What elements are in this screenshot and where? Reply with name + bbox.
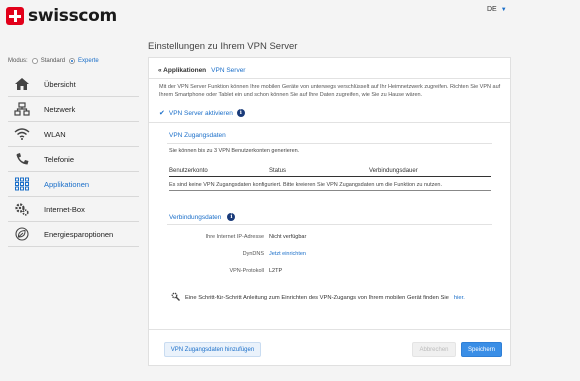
sidebar-item-applikationen[interactable]: Applikationen <box>8 172 139 197</box>
guide-link[interactable]: hier. <box>454 295 465 301</box>
vpn-protocol-label: VPN-Protokoll <box>229 268 264 274</box>
mode-expert-label: Experte <box>78 58 99 64</box>
vpn-description: Mit der VPN Server Funktion können Ihre … <box>159 84 501 98</box>
mode-standard-label: Standard <box>40 58 66 64</box>
cancel-button[interactable]: Abbrechen <box>412 342 456 357</box>
home-icon <box>12 76 32 92</box>
sidebar-item-telefonie[interactable]: Telefonie <box>8 147 139 172</box>
table-header-rule <box>169 176 491 177</box>
checkmark-icon: ✔ <box>159 110 165 117</box>
guide-text: Eine Schritt-für-Schritt Anleitung zum E… <box>185 294 449 301</box>
phone-icon <box>12 151 32 167</box>
add-vpn-credentials-button[interactable]: VPN Zugangsdaten hinzufügen <box>164 342 261 357</box>
vpn-enable-checkbox[interactable]: ✔ VPN Server aktivieren i <box>159 109 245 117</box>
mode-switch: Modus: Standard Experte <box>8 58 99 64</box>
wifi-icon <box>12 126 32 142</box>
sidebar-item-label: Netzwerk <box>44 104 76 114</box>
column-header-duration: Verbindungsdauer <box>369 168 418 174</box>
apps-icon <box>12 176 32 192</box>
divider <box>149 78 510 79</box>
leaf-icon <box>12 226 32 242</box>
sidebar-item-label: Internet-Box <box>44 204 85 214</box>
sidebar-item-label: Energiesparoptionen <box>44 229 114 239</box>
radio-icon <box>31 58 38 64</box>
tools-icon <box>171 292 180 303</box>
info-icon[interactable]: i <box>227 213 236 221</box>
vpn-protocol-value: L2TP <box>269 268 283 274</box>
sidebar-item-label: Übersicht <box>44 79 76 89</box>
divider <box>167 224 492 225</box>
gears-icon <box>12 201 32 217</box>
column-header-status: Status <box>269 168 287 174</box>
network-icon <box>12 101 32 117</box>
chevron-down-icon: ▼ <box>500 6 507 13</box>
sidebar-item-uebersicht[interactable]: Übersicht <box>8 72 139 97</box>
vpn-enable-label: VPN Server aktivieren <box>168 109 233 117</box>
credentials-title-label: VPN Zugangsdaten <box>169 132 226 139</box>
divider <box>149 329 510 330</box>
divider <box>167 143 492 144</box>
sidebar-item-label: WLAN <box>44 129 66 139</box>
sidebar: Übersicht Netzwerk WLAN Telefonie Applik… <box>8 72 139 247</box>
ip-address-value: Nicht verfügbar <box>269 234 307 240</box>
dyndns-label: DynDNS <box>242 251 264 257</box>
connection-title-label: Verbindungsdaten <box>169 213 222 221</box>
header: swisscom DE ▼ <box>0 0 580 40</box>
sidebar-item-internet-box[interactable]: Internet-Box <box>8 197 139 222</box>
swisscom-cross-icon <box>6 7 24 25</box>
dyndns-setup-link[interactable]: Jetzt einrichten <box>269 251 306 257</box>
save-button[interactable]: Speichern <box>461 342 502 357</box>
info-icon[interactable]: i <box>236 109 245 117</box>
credentials-info: Sie können bis zu 3 VPN Benutzerkonten g… <box>169 148 300 154</box>
guide-note: Eine Schritt-für-Schritt Anleitung zum E… <box>171 292 465 303</box>
radio-selected-icon <box>69 58 76 64</box>
table-bottom-rule <box>169 190 491 191</box>
language-selector[interactable]: DE ▼ <box>487 6 507 13</box>
sidebar-item-label: Applikationen <box>44 179 90 189</box>
sidebar-item-label: Telefonie <box>44 154 75 164</box>
credentials-empty-message: Es sind keine VPN Zugangsdaten konfiguri… <box>169 182 443 188</box>
vpn-settings-panel: « Applikationen VPN Server Mit der VPN S… <box>148 57 511 366</box>
breadcrumb-back-link[interactable]: « Applikationen <box>158 67 206 74</box>
sidebar-item-energiesparoptionen[interactable]: Energiesparoptionen <box>8 222 139 247</box>
breadcrumb-current: VPN Server <box>211 67 246 74</box>
swisscom-logo[interactable]: swisscom <box>6 6 117 26</box>
sidebar-item-netzwerk[interactable]: Netzwerk <box>8 97 139 122</box>
ip-address-label: Ihre Internet IP-Adresse <box>205 234 264 240</box>
language-label: DE <box>487 6 497 13</box>
mode-label: Modus: <box>8 58 28 64</box>
breadcrumb: « Applikationen VPN Server <box>158 67 245 74</box>
divider <box>149 122 510 123</box>
connection-title: Verbindungsdaten i <box>169 213 236 221</box>
column-header-account: Benutzerkonto <box>169 168 208 174</box>
mode-standard-radio[interactable]: Standard <box>31 58 66 64</box>
page-title: Einstellungen zu Ihrem VPN Server <box>148 41 298 52</box>
credentials-title: VPN Zugangsdaten <box>169 132 226 139</box>
mode-expert-radio[interactable]: Experte <box>69 58 99 64</box>
sidebar-item-wlan[interactable]: WLAN <box>8 122 139 147</box>
brand-name: swisscom <box>28 6 117 26</box>
